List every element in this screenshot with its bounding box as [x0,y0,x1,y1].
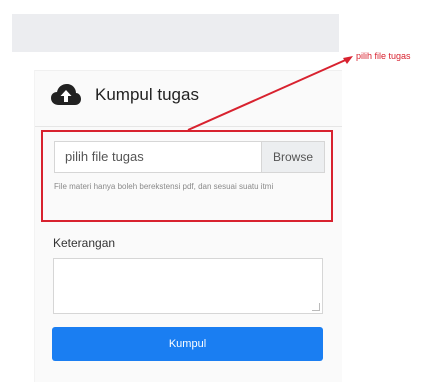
card-header: Kumpul tugas [35,71,342,127]
notes-textarea[interactable] [53,258,323,314]
top-bar [12,14,339,52]
card-title: Kumpul tugas [95,85,199,104]
file-help-text: File materi hanya boleh berekstensi pdf,… [54,182,274,191]
annotation-highlight-box: pilih file tugas Browse File materi hany… [41,130,333,222]
file-input-placeholder: pilih file tugas [65,149,144,164]
submit-button[interactable]: Kumpul [52,327,323,361]
resize-handle[interactable] [312,303,320,311]
cloud-upload-icon [51,84,81,105]
page: Kumpul tugas pilih file tugas Browse Fil… [0,0,438,389]
annotation-arrow-head [343,56,353,64]
file-input[interactable]: pilih file tugas Browse [54,141,325,173]
notes-label: Keterangan [53,236,116,250]
browse-button[interactable]: Browse [261,142,324,172]
annotation-label: pilih file tugas [356,51,411,61]
